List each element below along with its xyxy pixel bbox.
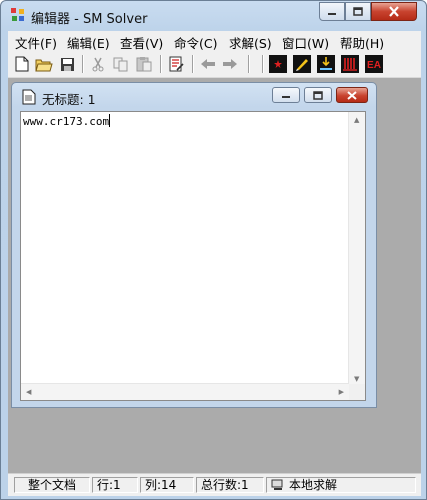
cut-button[interactable] — [88, 54, 108, 74]
scroll-down-arrow-icon[interactable]: ▼ — [354, 375, 359, 383]
toolbar-separator — [192, 55, 194, 73]
bars-button[interactable] — [340, 54, 360, 74]
edit-document-icon — [169, 56, 184, 72]
minimize-icon — [282, 96, 290, 98]
document-window: 无标题: 1 www.cr173.com ▲ ▼ ◀ ▶ — [11, 82, 377, 408]
svg-text:EA: EA — [367, 60, 381, 71]
back-button[interactable] — [198, 54, 218, 74]
menu-solve[interactable]: 求解(S) — [229, 33, 272, 52]
editor-text-line: www.cr173.com — [23, 115, 110, 128]
menu-view[interactable]: 查看(V) — [120, 33, 163, 52]
toolbar-separator — [262, 55, 264, 73]
toolbar: EA — [8, 51, 421, 78]
resize-grip-icon[interactable] — [349, 384, 365, 400]
new-file-icon — [15, 56, 29, 72]
back-arrow-icon — [201, 59, 215, 69]
forward-button[interactable] — [220, 54, 240, 74]
cut-icon — [92, 57, 104, 71]
status-scope: 整个文档 — [14, 477, 90, 493]
ea-button[interactable]: EA — [364, 54, 384, 74]
main-window: 编辑器 - SM Solver 文件(F) 编辑(E) 查看(V) 命令(C) … — [0, 0, 427, 500]
close-icon — [347, 90, 357, 100]
red-star-button[interactable] — [268, 54, 288, 74]
scroll-up-arrow-icon[interactable]: ▲ — [354, 116, 359, 124]
app-logo-icon — [11, 8, 24, 21]
menu-edit[interactable]: 编辑(E) — [67, 33, 110, 52]
solve-icon — [317, 55, 335, 73]
window-title: 编辑器 - SM Solver — [31, 12, 148, 27]
minimize-button[interactable] — [319, 2, 345, 21]
bars-icon — [341, 55, 359, 73]
document-title: 无标题: 1 — [42, 92, 96, 107]
open-button[interactable] — [34, 54, 54, 74]
pencil-icon — [293, 55, 311, 73]
local-solve-icon — [271, 479, 283, 490]
status-bar: 整个文档 行:1 列:14 总行数:1 本地求解 — [8, 473, 421, 496]
maximize-icon — [353, 7, 363, 16]
title-bar[interactable]: 编辑器 - SM Solver — [1, 1, 427, 31]
new-file-button[interactable] — [12, 54, 32, 74]
copy-icon — [113, 57, 127, 71]
close-icon — [389, 6, 399, 17]
vertical-scrollbar[interactable]: ▲ ▼ — [348, 112, 365, 386]
forward-arrow-icon — [223, 59, 237, 69]
document-close-button[interactable] — [336, 87, 368, 103]
menu-file[interactable]: 文件(F) — [15, 33, 57, 52]
menu-command[interactable]: 命令(C) — [174, 33, 217, 52]
pencil-button[interactable] — [292, 54, 312, 74]
menu-help[interactable]: 帮助(H) — [340, 33, 384, 52]
toolbar-separator — [248, 55, 250, 73]
solve-button[interactable] — [316, 54, 336, 74]
status-total-lines: 总行数:1 — [196, 477, 264, 493]
minimize-icon — [328, 12, 336, 15]
toolbar-separator — [82, 55, 84, 73]
status-line: 行:1 — [92, 477, 138, 493]
document-maximize-button[interactable] — [304, 87, 332, 103]
editor-content[interactable]: www.cr173.com — [23, 114, 111, 128]
scroll-left-arrow-icon[interactable]: ◀ — [26, 388, 31, 396]
status-column: 列:14 — [140, 477, 194, 493]
close-button[interactable] — [371, 2, 417, 21]
scroll-right-arrow-icon[interactable]: ▶ — [339, 388, 344, 396]
text-editor[interactable]: www.cr173.com ▲ ▼ ◀ ▶ — [20, 111, 366, 401]
status-solve-mode-label: 本地求解 — [289, 478, 338, 492]
menu-bar: 文件(F) 编辑(E) 查看(V) 命令(C) 求解(S) 窗口(W) 帮助(H… — [8, 31, 421, 51]
edit-document-button[interactable] — [166, 54, 186, 74]
open-folder-icon — [35, 59, 53, 71]
horizontal-scrollbar[interactable]: ◀ ▶ — [21, 383, 349, 400]
maximize-icon — [313, 90, 323, 100]
paste-icon — [136, 57, 152, 72]
status-solve-mode: 本地求解 — [266, 477, 416, 493]
maximize-button[interactable] — [345, 2, 371, 21]
red-star-icon — [269, 55, 287, 73]
document-icon — [22, 89, 36, 105]
toolbar-separator — [160, 55, 162, 73]
document-minimize-button[interactable] — [272, 87, 300, 103]
paste-button[interactable] — [134, 54, 154, 74]
ea-icon: EA — [365, 55, 383, 73]
save-button[interactable] — [57, 54, 77, 74]
text-caret — [109, 114, 111, 127]
save-icon — [60, 57, 74, 71]
menu-window[interactable]: 窗口(W) — [282, 33, 329, 52]
copy-button[interactable] — [110, 54, 130, 74]
